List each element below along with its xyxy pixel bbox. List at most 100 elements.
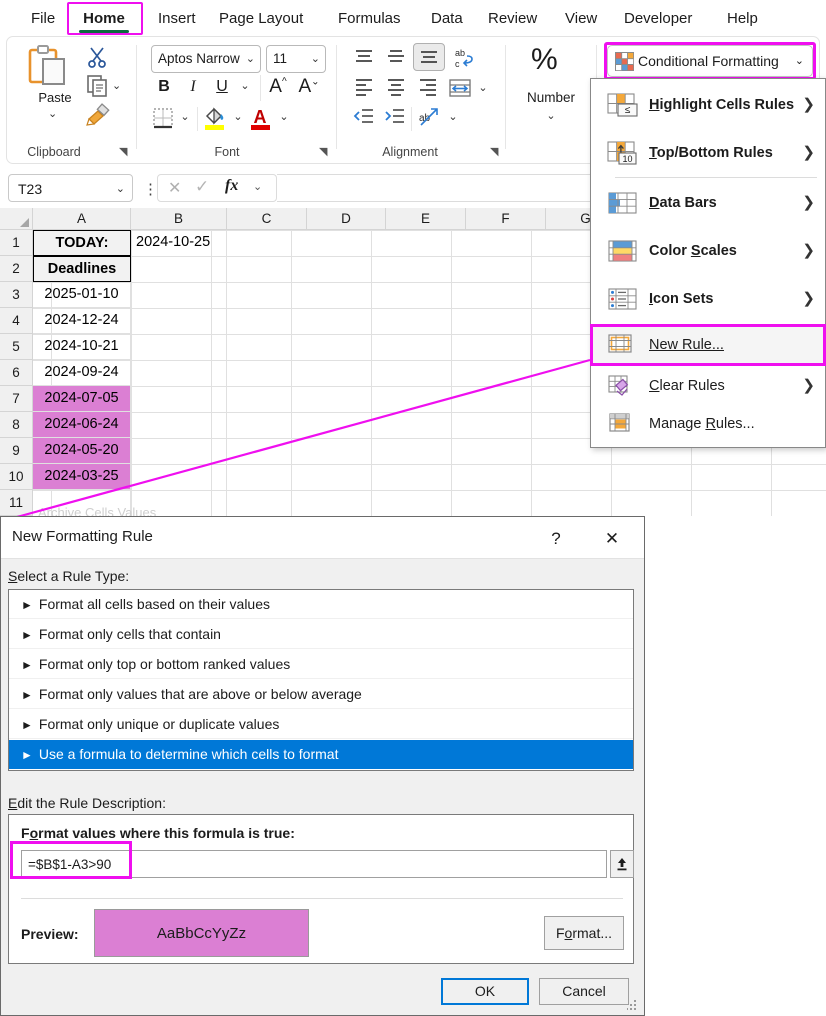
- row-header-5[interactable]: 5: [0, 334, 33, 360]
- collapse-dialog-icon[interactable]: [610, 850, 634, 878]
- tab-formulas[interactable]: Formulas: [327, 4, 405, 34]
- number-chevron-down-icon[interactable]: ⌄: [505, 109, 597, 122]
- formula-input-field[interactable]: =$B$1-A3>90: [21, 850, 607, 878]
- rule-type-option-0[interactable]: ►Format all cells based on their values: [9, 590, 633, 619]
- rule-type-option-2[interactable]: ►Format only top or bottom ranked values: [9, 650, 633, 679]
- row-header-8[interactable]: 8: [0, 412, 33, 438]
- tab-view[interactable]: View: [554, 4, 600, 34]
- cell-a3[interactable]: 2025-01-10: [33, 282, 131, 308]
- copy-chevron-down-icon[interactable]: ⌄: [112, 79, 121, 92]
- merge-center-icon[interactable]: [448, 77, 472, 99]
- cancel-button[interactable]: Cancel: [539, 978, 629, 1005]
- fill-color-chevron-down-icon[interactable]: ⌄: [230, 110, 246, 123]
- cell-a8[interactable]: 2024-06-24: [33, 412, 131, 438]
- merge-chevron-down-icon[interactable]: ⌄: [475, 81, 491, 94]
- bold-button[interactable]: B: [153, 78, 175, 96]
- select-all-corner[interactable]: [0, 208, 33, 230]
- column-header-b[interactable]: B: [131, 208, 227, 230]
- cell-a10[interactable]: 2024-03-25: [33, 464, 131, 490]
- row-header-2[interactable]: 2: [0, 256, 33, 282]
- conditional-formatting-button[interactable]: Conditional Formatting ⌄: [607, 45, 813, 77]
- cancel-icon[interactable]: ✕: [168, 178, 181, 198]
- underline-button[interactable]: U: [211, 78, 233, 96]
- menu-item-color-scales[interactable]: Color Scales ❯: [591, 227, 825, 275]
- rule-type-option-5[interactable]: ►Use a formula to determine which cells …: [9, 740, 633, 769]
- cut-icon[interactable]: [85, 45, 109, 69]
- increase-font-size-button[interactable]: A^: [265, 76, 291, 98]
- rule-type-option-3[interactable]: ►Format only values that are above or be…: [9, 680, 633, 709]
- ok-button[interactable]: OK: [441, 978, 529, 1005]
- orientation-icon[interactable]: ab: [417, 105, 443, 129]
- menu-item-manage-rules[interactable]: Manage Rules...: [591, 405, 825, 443]
- menu-item-highlight-cells-rules[interactable]: ≤ Highlight Cells Rules ❯: [591, 81, 825, 129]
- enter-icon[interactable]: ✓: [195, 177, 209, 197]
- menu-item-new-rule[interactable]: New Rule...: [591, 325, 825, 365]
- cell-a5[interactable]: 2024-10-21: [33, 334, 131, 360]
- tab-home[interactable]: Home: [68, 4, 140, 34]
- row-header-3[interactable]: 3: [0, 282, 33, 308]
- alignment-dialog-launcher-icon[interactable]: ◥: [490, 145, 498, 158]
- close-icon[interactable]: ✕: [597, 526, 627, 552]
- borders-icon[interactable]: [152, 107, 174, 129]
- tab-help[interactable]: Help: [716, 4, 758, 34]
- row-header-7[interactable]: 7: [0, 386, 33, 412]
- name-box[interactable]: T23 ⌄: [8, 174, 133, 202]
- menu-item-data-bars[interactable]: Data Bars ❯: [591, 179, 825, 227]
- align-right-icon[interactable]: [417, 77, 439, 97]
- tab-file[interactable]: File: [20, 4, 62, 34]
- format-button[interactable]: Format...: [544, 916, 624, 950]
- cell-a1[interactable]: TODAY:: [33, 230, 131, 256]
- align-left-icon[interactable]: [353, 77, 375, 97]
- cell-b1[interactable]: 2024-10-25: [132, 230, 227, 256]
- paste-chevron-down-icon[interactable]: ⌄: [48, 107, 57, 120]
- format-painter-icon[interactable]: [85, 103, 111, 127]
- cell-a2[interactable]: Deadlines: [33, 256, 131, 282]
- row-header-1[interactable]: 1: [0, 230, 33, 256]
- paste-icon[interactable]: [25, 43, 71, 89]
- align-bottom-button[interactable]: [413, 43, 445, 71]
- chevron-down-icon[interactable]: ⌄: [253, 180, 262, 193]
- column-header-c[interactable]: C: [227, 208, 307, 230]
- decrease-indent-icon[interactable]: [352, 107, 376, 127]
- help-icon[interactable]: ?: [542, 526, 570, 552]
- tab-data[interactable]: Data: [420, 4, 462, 34]
- orientation-chevron-down-icon[interactable]: ⌄: [445, 110, 461, 123]
- rule-type-option-1[interactable]: ►Format only cells that contain: [9, 620, 633, 649]
- resize-grip[interactable]: [627, 1000, 639, 1012]
- menu-item-icon-sets[interactable]: Icon Sets ❯: [591, 275, 825, 323]
- column-header-a[interactable]: A: [33, 208, 131, 230]
- column-header-f[interactable]: F: [466, 208, 546, 230]
- font-color-chevron-down-icon[interactable]: ⌄: [276, 110, 292, 123]
- tab-page-layout[interactable]: Page Layout: [208, 4, 312, 34]
- rule-type-option-4[interactable]: ►Format only unique or duplicate values: [9, 710, 633, 739]
- fill-color-icon[interactable]: [203, 105, 227, 131]
- wrap-text-icon[interactable]: ab c: [451, 45, 477, 71]
- align-center-icon[interactable]: [385, 77, 407, 97]
- cell-a4[interactable]: 2024-12-24: [33, 308, 131, 334]
- copy-icon[interactable]: [85, 74, 109, 98]
- menu-item-clear-rules[interactable]: Clear Rules ❯: [591, 367, 825, 405]
- tab-insert[interactable]: Insert: [147, 4, 203, 34]
- row-header-9[interactable]: 9: [0, 438, 33, 464]
- align-top-icon[interactable]: [353, 47, 375, 67]
- tab-developer[interactable]: Developer: [613, 4, 703, 34]
- cell-a7[interactable]: 2024-07-05: [33, 386, 131, 412]
- cell-a9[interactable]: 2024-05-20: [33, 438, 131, 464]
- insert-function-icon[interactable]: fx: [225, 177, 238, 195]
- row-header-4[interactable]: 4: [0, 308, 33, 334]
- row-header-11[interactable]: 11: [0, 490, 33, 516]
- menu-item-top-bottom-rules[interactable]: 10 Top/Bottom Rules ❯: [591, 129, 825, 177]
- decrease-font-size-button[interactable]: A⌄: [296, 76, 322, 98]
- increase-indent-icon[interactable]: [383, 107, 407, 127]
- rule-type-list[interactable]: ►Format all cells based on their values …: [8, 589, 634, 771]
- font-size-combo[interactable]: 11 ⌄: [266, 45, 326, 73]
- cell-a6[interactable]: 2024-09-24: [33, 360, 131, 386]
- font-color-icon[interactable]: A: [249, 105, 273, 131]
- column-header-d[interactable]: D: [307, 208, 386, 230]
- tab-review[interactable]: Review: [477, 4, 539, 34]
- italic-button[interactable]: I: [182, 78, 204, 96]
- align-middle-icon[interactable]: [385, 47, 407, 67]
- row-header-6[interactable]: 6: [0, 360, 33, 386]
- percent-style-icon[interactable]: %: [531, 43, 557, 77]
- borders-chevron-down-icon[interactable]: ⌄: [177, 110, 193, 123]
